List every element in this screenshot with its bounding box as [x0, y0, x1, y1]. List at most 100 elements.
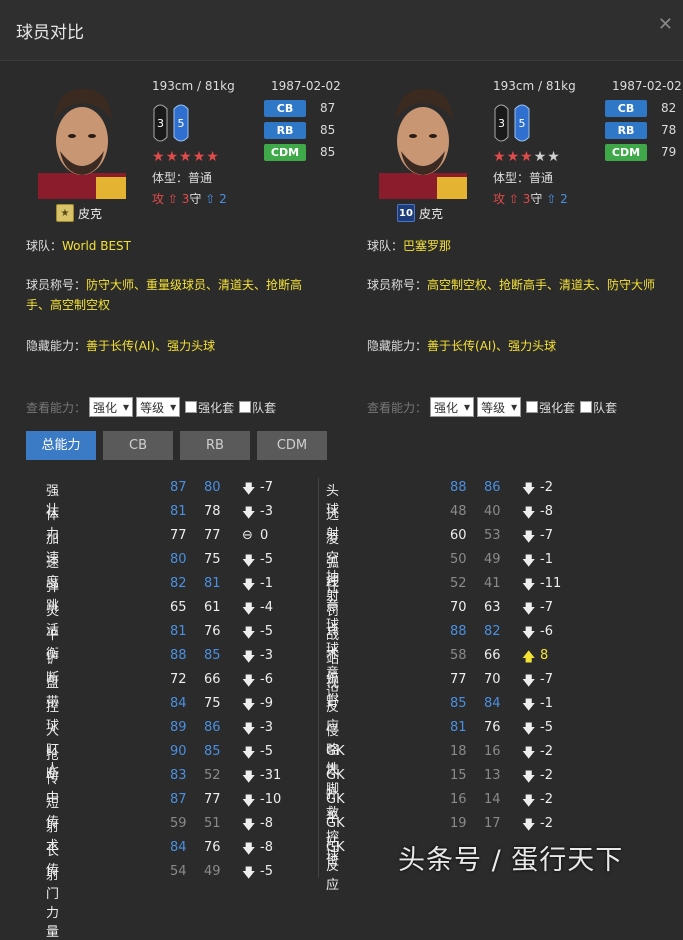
- close-icon[interactable]: ✕: [658, 14, 673, 35]
- jersey-number-badge-icon: 10: [397, 204, 415, 222]
- arrow-down-icon: 🡇: [242, 674, 256, 689]
- stat-value-right: 76: [484, 720, 501, 735]
- star-icon: ★: [506, 149, 521, 165]
- stat-diff: -7: [540, 528, 553, 543]
- stat-diff: -3: [260, 648, 273, 663]
- enhance-set-checkbox[interactable]: 强化套: [185, 399, 234, 416]
- stat-diff: -31: [260, 768, 282, 783]
- tab-cb[interactable]: CB: [103, 431, 173, 460]
- player-portrait: [38, 88, 126, 199]
- stat-value-left: 83: [170, 768, 187, 783]
- position-badge-cb: CB: [264, 100, 306, 117]
- stat-value-right: 51: [204, 816, 221, 831]
- arrow-down-icon: 🡇: [242, 626, 256, 641]
- position-badge-cdm: CDM: [605, 144, 647, 161]
- weak-foot-icon: 3 5: [153, 104, 189, 142]
- star-icon: ★: [206, 149, 220, 165]
- stat-value-left: 54: [170, 864, 187, 879]
- stat-diff: -5: [260, 552, 273, 567]
- stat-value-right: 66: [484, 648, 501, 663]
- stat-diff: -4: [260, 600, 273, 615]
- enhance-set-checkbox[interactable]: 强化套: [526, 399, 575, 416]
- stat-value-right: 40: [484, 504, 501, 519]
- arrow-up-icon: 🡅: [522, 650, 536, 665]
- stat-value-left: 81: [450, 720, 467, 735]
- star-icon: ★: [165, 149, 180, 165]
- arrow-down-icon: 🡇: [242, 578, 256, 593]
- star-icon: ★: [493, 149, 507, 165]
- tab-overall[interactable]: 总能力: [26, 431, 96, 460]
- chevron-down-icon: ▾: [464, 400, 471, 414]
- stat-value-right: 63: [484, 600, 501, 615]
- position-rating-cb: 82: [661, 101, 677, 115]
- stats-divider: [318, 478, 319, 878]
- stat-value-right: 76: [204, 840, 221, 855]
- player-name: 皮克: [419, 206, 444, 221]
- stat-value-left: 88: [450, 480, 467, 495]
- stat-value-left: 58: [450, 648, 467, 663]
- team-row: 球队：巴塞罗那: [367, 239, 452, 253]
- stat-diff: -2: [540, 816, 553, 831]
- arrow-down-icon: 🡇: [522, 602, 536, 617]
- level-select[interactable]: 等级 ▾: [477, 397, 522, 417]
- stat-value-right: 70: [484, 672, 501, 687]
- stat-value-left: 90: [170, 744, 187, 759]
- enhance-select[interactable]: 强化 ▾: [430, 397, 475, 417]
- stat-value-left: 84: [170, 840, 187, 855]
- stat-value-left: 18: [450, 744, 467, 759]
- stat-diff: -9: [260, 696, 273, 711]
- team-set-checkbox[interactable]: 队套: [580, 399, 617, 416]
- team-set-checkbox[interactable]: 队套: [239, 399, 276, 416]
- arrow-down-icon: 🡇: [242, 602, 256, 617]
- work-rate: 攻 ⇧ 3守 ⇧ 2: [152, 192, 227, 206]
- tab-cdm[interactable]: CDM: [257, 431, 327, 460]
- position-rating-rb: 85: [320, 123, 336, 137]
- right-foot-value: 5: [178, 117, 185, 130]
- stat-value-right: 49: [484, 552, 501, 567]
- stat-value-right: 81: [204, 576, 221, 591]
- arrow-down-icon: 🡇: [522, 626, 536, 641]
- team-name: 巴塞罗那: [403, 239, 452, 253]
- tab-rb[interactable]: RB: [180, 431, 250, 460]
- stat-diff: -3: [260, 720, 273, 735]
- stat-diff: -3: [260, 504, 273, 519]
- equal-icon: ⊖: [242, 528, 253, 543]
- stat-diff: -5: [540, 720, 553, 735]
- player-name-row: 10 皮克: [397, 204, 443, 222]
- attack-arrow-icon: ⇧: [508, 192, 519, 206]
- stat-value-left: 81: [170, 624, 187, 639]
- hidden-ability-row: 隐藏能力：善于长传(AI)、强力头球: [26, 339, 216, 353]
- stat-value-left: 19: [450, 816, 467, 831]
- arrow-down-icon: 🡇: [242, 866, 256, 881]
- level-select[interactable]: 等级 ▾: [136, 397, 181, 417]
- stat-value-left: 65: [170, 600, 187, 615]
- stat-diff: -2: [540, 480, 553, 495]
- dialog-titlebar: 球员对比 ✕: [0, 0, 683, 61]
- enhance-select[interactable]: 强化 ▾: [89, 397, 134, 417]
- arrow-down-icon: 🡇: [242, 698, 256, 713]
- arrow-down-icon: 🡇: [522, 818, 536, 833]
- work-rate: 攻 ⇧ 3守 ⇧ 2: [493, 192, 568, 206]
- ability-tabs: 总能力 CB RB CDM: [26, 431, 327, 460]
- stat-diff: -8: [260, 840, 273, 855]
- stat-value-right: 80: [204, 480, 221, 495]
- position-badge-rb: RB: [264, 122, 306, 139]
- stat-value-right: 52: [204, 768, 221, 783]
- position-rating-rb: 78: [661, 123, 677, 137]
- stat-value-right: 16: [484, 744, 501, 759]
- left-foot-value: 3: [157, 117, 164, 130]
- stat-value-right: 82: [484, 624, 501, 639]
- player-panel-right: 10 皮克 193cm / 81kg 1987-02-02 3 5 CB 82 …: [341, 61, 682, 885]
- arrow-down-icon: 🡇: [522, 698, 536, 713]
- star-icon: ★: [192, 149, 207, 165]
- position-badge-cb: CB: [605, 100, 647, 117]
- stat-value-left: 50: [450, 552, 467, 567]
- stat-diff: -6: [260, 672, 273, 687]
- arrow-down-icon: 🡇: [522, 674, 536, 689]
- stat-value-right: 86: [204, 720, 221, 735]
- arrow-down-icon: 🡇: [242, 506, 256, 521]
- arrow-down-icon: 🡇: [522, 482, 536, 497]
- stat-value-left: 52: [450, 576, 467, 591]
- team-name: World BEST: [62, 239, 131, 253]
- position-rating-cdm: 79: [661, 145, 677, 159]
